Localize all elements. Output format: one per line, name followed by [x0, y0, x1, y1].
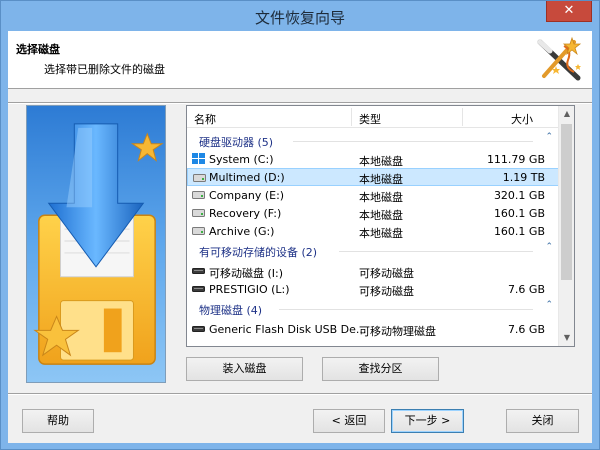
- disk-list[interactable]: 名称 类型 大小 硬盘驱动器 (5) ⌃ System (C:) 本地磁盘 11: [186, 105, 575, 347]
- list-item[interactable]: Archive (G:) 本地磁盘 160.1 GB: [187, 222, 559, 240]
- scrollbar-thumb[interactable]: [561, 124, 572, 280]
- drive-name: PRESTIGIO (L:): [209, 283, 290, 296]
- collapse-caret-icon[interactable]: ⌃: [545, 300, 553, 310]
- group-physical-disks[interactable]: 物理磁盘 (4) ⌃: [187, 300, 559, 318]
- close-button[interactable]: 关闭: [506, 409, 579, 433]
- find-partition-button[interactable]: 查找分区: [322, 357, 439, 381]
- group-removable-devices[interactable]: 有可移动存储的设备 (2) ⌃: [187, 242, 559, 260]
- step-subtitle: 选择带已删除文件的磁盘: [44, 63, 165, 76]
- drive-size: 111.79 GB: [486, 153, 545, 166]
- drive-name: Company (E:): [209, 189, 285, 202]
- scroll-down-icon[interactable]: ▼: [559, 330, 575, 346]
- window-close-button[interactable]: ✕: [546, 1, 592, 22]
- wizard-window: 文件恢复向导 ✕ 选择磁盘 选择带已删除文件的磁盘 名称 类型 大小 硬盘驱动器…: [0, 0, 600, 450]
- hard-drive-icon: [192, 191, 205, 199]
- drive-type: 本地磁盘: [359, 173, 403, 186]
- removable-drive-icon: [192, 286, 205, 292]
- drive-size: 7.6 GB: [507, 323, 545, 336]
- drive-name: System (C:): [209, 153, 274, 166]
- group-divider: [293, 141, 533, 142]
- group-divider: [279, 309, 533, 310]
- drive-name: Archive (G:): [209, 225, 275, 238]
- list-item[interactable]: System (C:) 本地磁盘 111.79 GB: [187, 150, 559, 168]
- hard-drive-icon: [192, 227, 205, 235]
- footer-separator: [8, 393, 592, 395]
- list-item[interactable]: Recovery (F:) 本地磁盘 160.1 GB: [187, 204, 559, 222]
- drive-type: 可移动磁盘: [359, 285, 414, 298]
- group-label: 物理磁盘 (4): [199, 304, 263, 317]
- drive-type: 本地磁盘: [359, 191, 403, 204]
- collapse-caret-icon[interactable]: ⌃: [545, 242, 553, 252]
- column-type-header[interactable]: 类型: [359, 111, 381, 127]
- drive-size: 160.1 GB: [493, 225, 545, 238]
- magic-wand-icon: [537, 36, 582, 81]
- drive-size: 1.19 TB: [502, 171, 545, 184]
- removable-drive-icon: [192, 326, 205, 332]
- floppy-disk-illustration: [26, 105, 166, 383]
- title-bar: 文件恢复向导 ✕: [1, 1, 599, 31]
- collapse-caret-icon[interactable]: ⌃: [545, 132, 553, 142]
- drive-size: 320.1 GB: [493, 189, 545, 202]
- drive-type: 可移动物理磁盘: [359, 325, 436, 338]
- drive-name: Recovery (F:): [209, 207, 282, 220]
- drive-type: 本地磁盘: [359, 155, 403, 168]
- help-button[interactable]: 帮助: [22, 409, 94, 433]
- wizard-body: 选择磁盘 选择带已删除文件的磁盘 名称 类型 大小 硬盘驱动器 (5) ⌃ Sy…: [8, 31, 592, 443]
- list-item[interactable]: PRESTIGIO (L:) 可移动磁盘 7.6 GB: [187, 280, 559, 298]
- drive-size: 7.6 GB: [507, 283, 545, 296]
- step-title: 选择磁盘: [16, 43, 60, 56]
- drive-name: 可移动磁盘 (I:): [209, 267, 284, 280]
- drive-type: 本地磁盘: [359, 227, 403, 240]
- hard-drive-icon: [193, 174, 206, 182]
- column-size-header[interactable]: 大小: [511, 111, 533, 127]
- list-item[interactable]: Company (E:) 本地磁盘 320.1 GB: [187, 186, 559, 204]
- back-button[interactable]: < 返回: [313, 409, 385, 433]
- group-label: 硬盘驱动器 (5): [199, 136, 274, 149]
- windows-drive-icon: [192, 153, 205, 164]
- mount-disk-button[interactable]: 装入磁盘: [186, 357, 303, 381]
- header-separator: [8, 102, 592, 104]
- scroll-up-icon[interactable]: ▲: [559, 106, 575, 122]
- next-button[interactable]: 下一步 >: [391, 409, 464, 433]
- drive-type: 本地磁盘: [359, 209, 403, 222]
- column-name-header[interactable]: 名称: [194, 111, 216, 127]
- list-item[interactable]: 可移动磁盘 (I:) 可移动磁盘: [187, 262, 559, 280]
- drive-name: Generic Flash Disk USB De...: [209, 323, 367, 336]
- removable-drive-icon: [192, 268, 205, 274]
- column-divider[interactable]: [351, 108, 352, 126]
- drive-name: Multimed (D:): [209, 171, 285, 184]
- window-title: 文件恢复向导: [254, 9, 345, 27]
- list-item[interactable]: Generic Flash Disk USB De... 可移动物理磁盘 7.6…: [187, 320, 559, 338]
- group-hard-drives[interactable]: 硬盘驱动器 (5) ⌃: [187, 132, 559, 150]
- drive-size: 160.1 GB: [493, 207, 545, 220]
- drive-type: 可移动磁盘: [359, 267, 414, 280]
- group-divider: [339, 251, 533, 252]
- list-scrollbar[interactable]: ▲ ▼: [558, 106, 574, 346]
- group-label: 有可移动存储的设备 (2): [199, 246, 318, 259]
- column-divider[interactable]: [462, 108, 463, 126]
- wizard-header: 选择磁盘 选择带已删除文件的磁盘: [8, 31, 592, 89]
- list-header: 名称 类型 大小: [187, 106, 559, 128]
- list-item-selected[interactable]: Multimed (D:) 本地磁盘 1.19 TB: [187, 168, 559, 186]
- hard-drive-icon: [192, 209, 205, 217]
